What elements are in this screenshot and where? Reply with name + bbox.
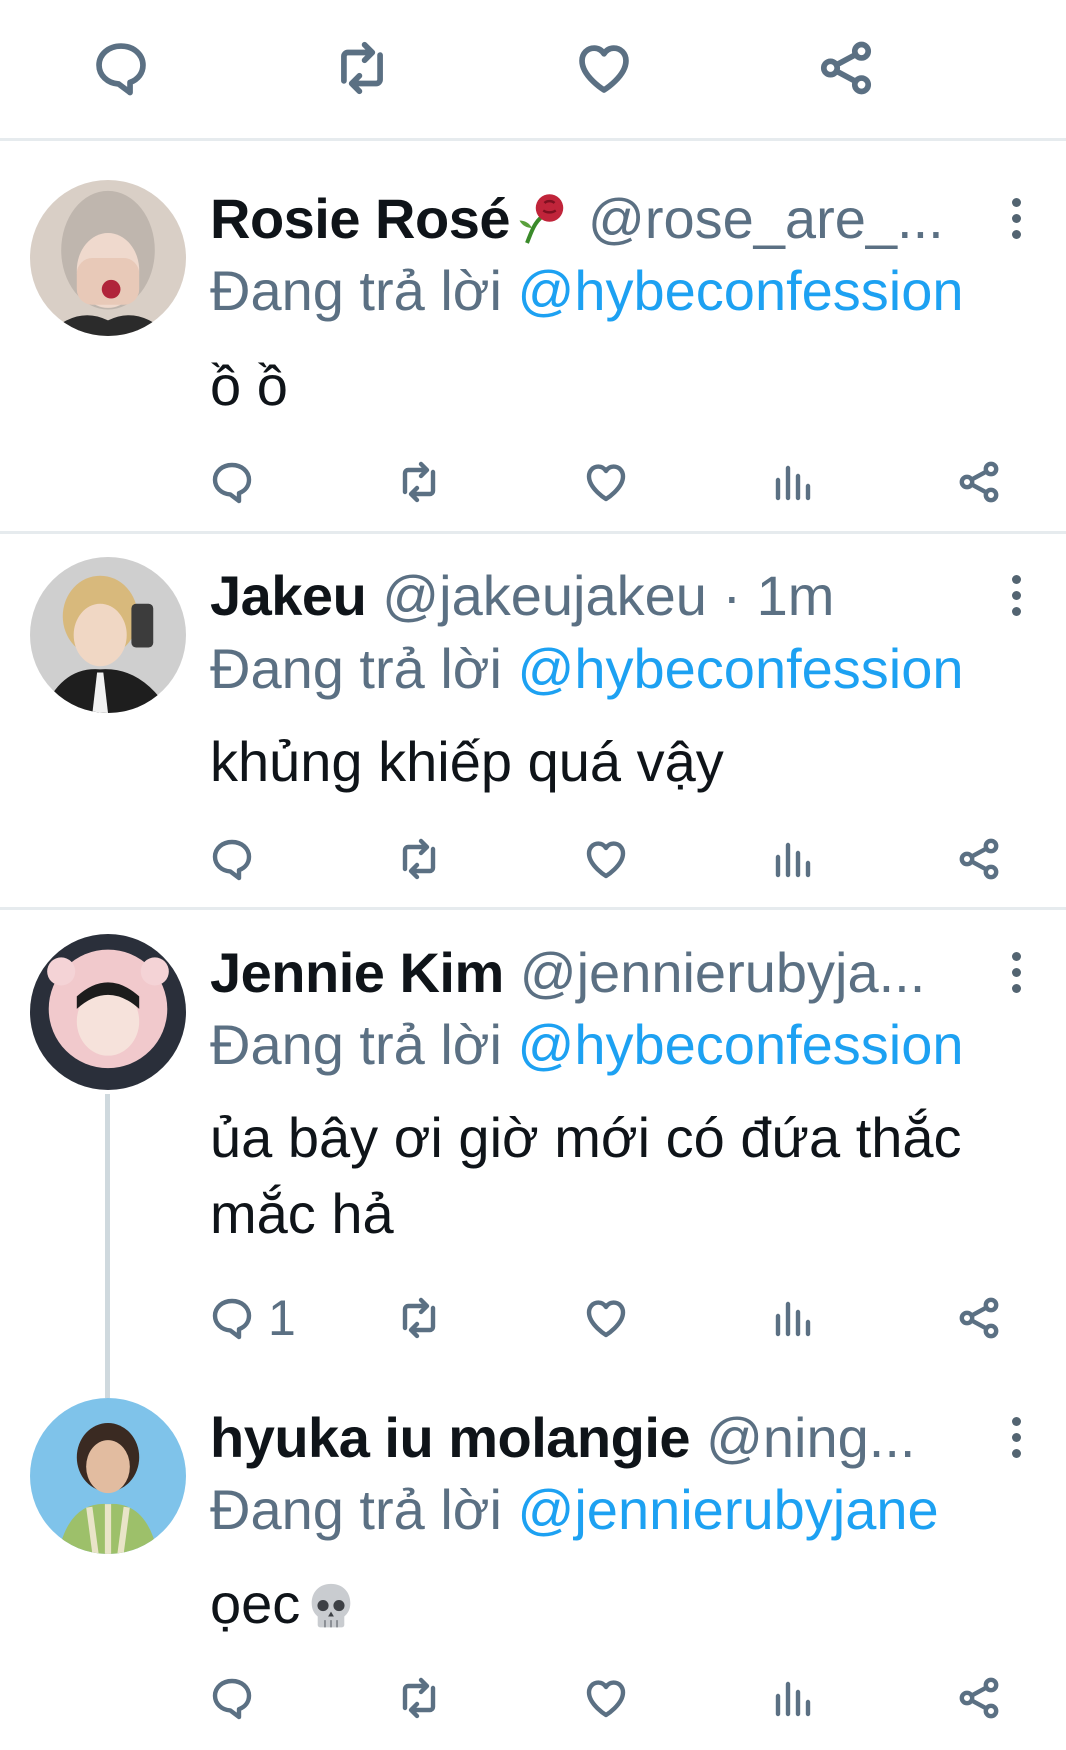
retweet-button[interactable] <box>395 1288 443 1348</box>
tweet-actions <box>0 452 1066 512</box>
mention-link[interactable]: @hybeconfession <box>518 1013 964 1076</box>
replying-to: Đang trả lời @hybeconfession <box>210 258 964 323</box>
reply-count: 1 <box>268 1290 296 1346</box>
retweet-icon <box>395 835 443 883</box>
display-name[interactable]: Rosie Rosé <box>210 186 511 251</box>
reply-prefix: Đang trả lời <box>210 259 502 322</box>
more-options-button[interactable] <box>996 942 1036 1002</box>
stats-icon <box>768 835 816 883</box>
replying-to: Đang trả lời @hybeconfession <box>210 1012 964 1077</box>
retweet-icon <box>395 1294 443 1342</box>
analytics-button[interactable] <box>768 1288 816 1348</box>
share-icon <box>955 458 1003 506</box>
avatar[interactable] <box>30 180 186 336</box>
share-button[interactable] <box>806 28 886 108</box>
share-icon <box>955 1294 1003 1342</box>
like-icon <box>582 458 630 506</box>
reply-icon <box>208 1674 256 1722</box>
stats-icon <box>768 1294 816 1342</box>
reply-icon <box>208 458 256 506</box>
user-handle[interactable]: @jennierubyja... <box>520 940 926 1005</box>
tweet-text: ồ ồ <box>210 354 288 417</box>
avatar[interactable] <box>30 1398 186 1554</box>
like-button[interactable] <box>582 829 630 889</box>
skull-emoji <box>311 1584 351 1628</box>
share-icon <box>815 37 877 99</box>
share-button[interactable] <box>955 829 1003 889</box>
reply-button[interactable] <box>208 829 268 889</box>
analytics-button[interactable] <box>768 1668 816 1728</box>
tweet-actions <box>0 1668 1066 1728</box>
stats-icon <box>768 458 816 506</box>
like-button[interactable] <box>582 452 630 512</box>
share-button[interactable] <box>955 1668 1003 1728</box>
display-name[interactable]: hyuka iu molangie <box>210 1405 691 1470</box>
retweet-button[interactable] <box>395 829 443 889</box>
display-name[interactable]: Jakeu <box>210 563 367 628</box>
reply-prefix: Đang trả lời <box>210 637 502 700</box>
tweet-text: ọec <box>210 1572 301 1635</box>
tweet-text: ủa bây ơi giờ mới có đứa thắc mắc hả <box>210 1106 962 1245</box>
tweet-action-bar <box>0 0 1066 141</box>
like-button[interactable] <box>582 1288 630 1348</box>
tweet-actions: 1 <box>0 1288 1066 1348</box>
like-icon <box>573 37 635 99</box>
thread-connector <box>105 1094 110 1398</box>
like-icon <box>582 835 630 883</box>
reply-button[interactable] <box>208 1668 268 1728</box>
mention-link[interactable]: @hybeconfession <box>518 637 964 700</box>
like-button[interactable] <box>564 28 644 108</box>
retweet-icon <box>331 37 393 99</box>
user-handle[interactable]: @ning... <box>706 1405 915 1470</box>
reply-icon <box>208 835 256 883</box>
reply-icon <box>208 1294 256 1342</box>
more-options-button[interactable] <box>996 565 1036 625</box>
reply-icon <box>90 37 152 99</box>
avatar[interactable] <box>30 934 186 1090</box>
divider <box>0 531 1066 534</box>
divider <box>0 907 1066 910</box>
display-name[interactable]: Jennie Kim <box>210 940 504 1005</box>
tweet-body: ọec <box>210 1566 1040 1642</box>
tweet-text: khủng khiếp quá vậy <box>210 730 724 793</box>
reply-button[interactable]: 1 <box>208 1288 296 1348</box>
like-icon <box>582 1674 630 1722</box>
tweet-actions <box>0 829 1066 889</box>
mention-link[interactable]: @jennierubyjane <box>518 1478 939 1541</box>
user-handle[interactable]: @rose_are_... <box>588 186 944 251</box>
wilted-rose-emoji <box>519 194 564 244</box>
reply-button[interactable] <box>81 28 161 108</box>
user-handle[interactable]: @jakeujakeu · 1m <box>382 563 834 628</box>
share-button[interactable] <box>955 452 1003 512</box>
analytics-button[interactable] <box>768 829 816 889</box>
analytics-button[interactable] <box>768 452 816 512</box>
more-options-button[interactable] <box>996 1407 1036 1467</box>
replying-to: Đang trả lời @jennierubyjane <box>210 1477 939 1542</box>
mention-link[interactable]: @hybeconfession <box>518 259 964 322</box>
reply-prefix: Đang trả lời <box>210 1013 502 1076</box>
retweet-button[interactable] <box>395 452 443 512</box>
stats-icon <box>768 1674 816 1722</box>
retweet-button[interactable] <box>395 1668 443 1728</box>
share-button[interactable] <box>955 1288 1003 1348</box>
share-icon <box>955 1674 1003 1722</box>
replying-to: Đang trả lời @hybeconfession <box>210 636 964 701</box>
like-icon <box>582 1294 630 1342</box>
retweet-icon <box>395 1674 443 1722</box>
reply-button[interactable] <box>208 452 268 512</box>
retweet-button[interactable] <box>322 28 402 108</box>
more-options-button[interactable] <box>996 188 1036 248</box>
share-icon <box>955 835 1003 883</box>
reply-prefix: Đang trả lời <box>210 1478 502 1541</box>
retweet-icon <box>395 458 443 506</box>
like-button[interactable] <box>582 1668 630 1728</box>
avatar[interactable] <box>30 557 186 713</box>
